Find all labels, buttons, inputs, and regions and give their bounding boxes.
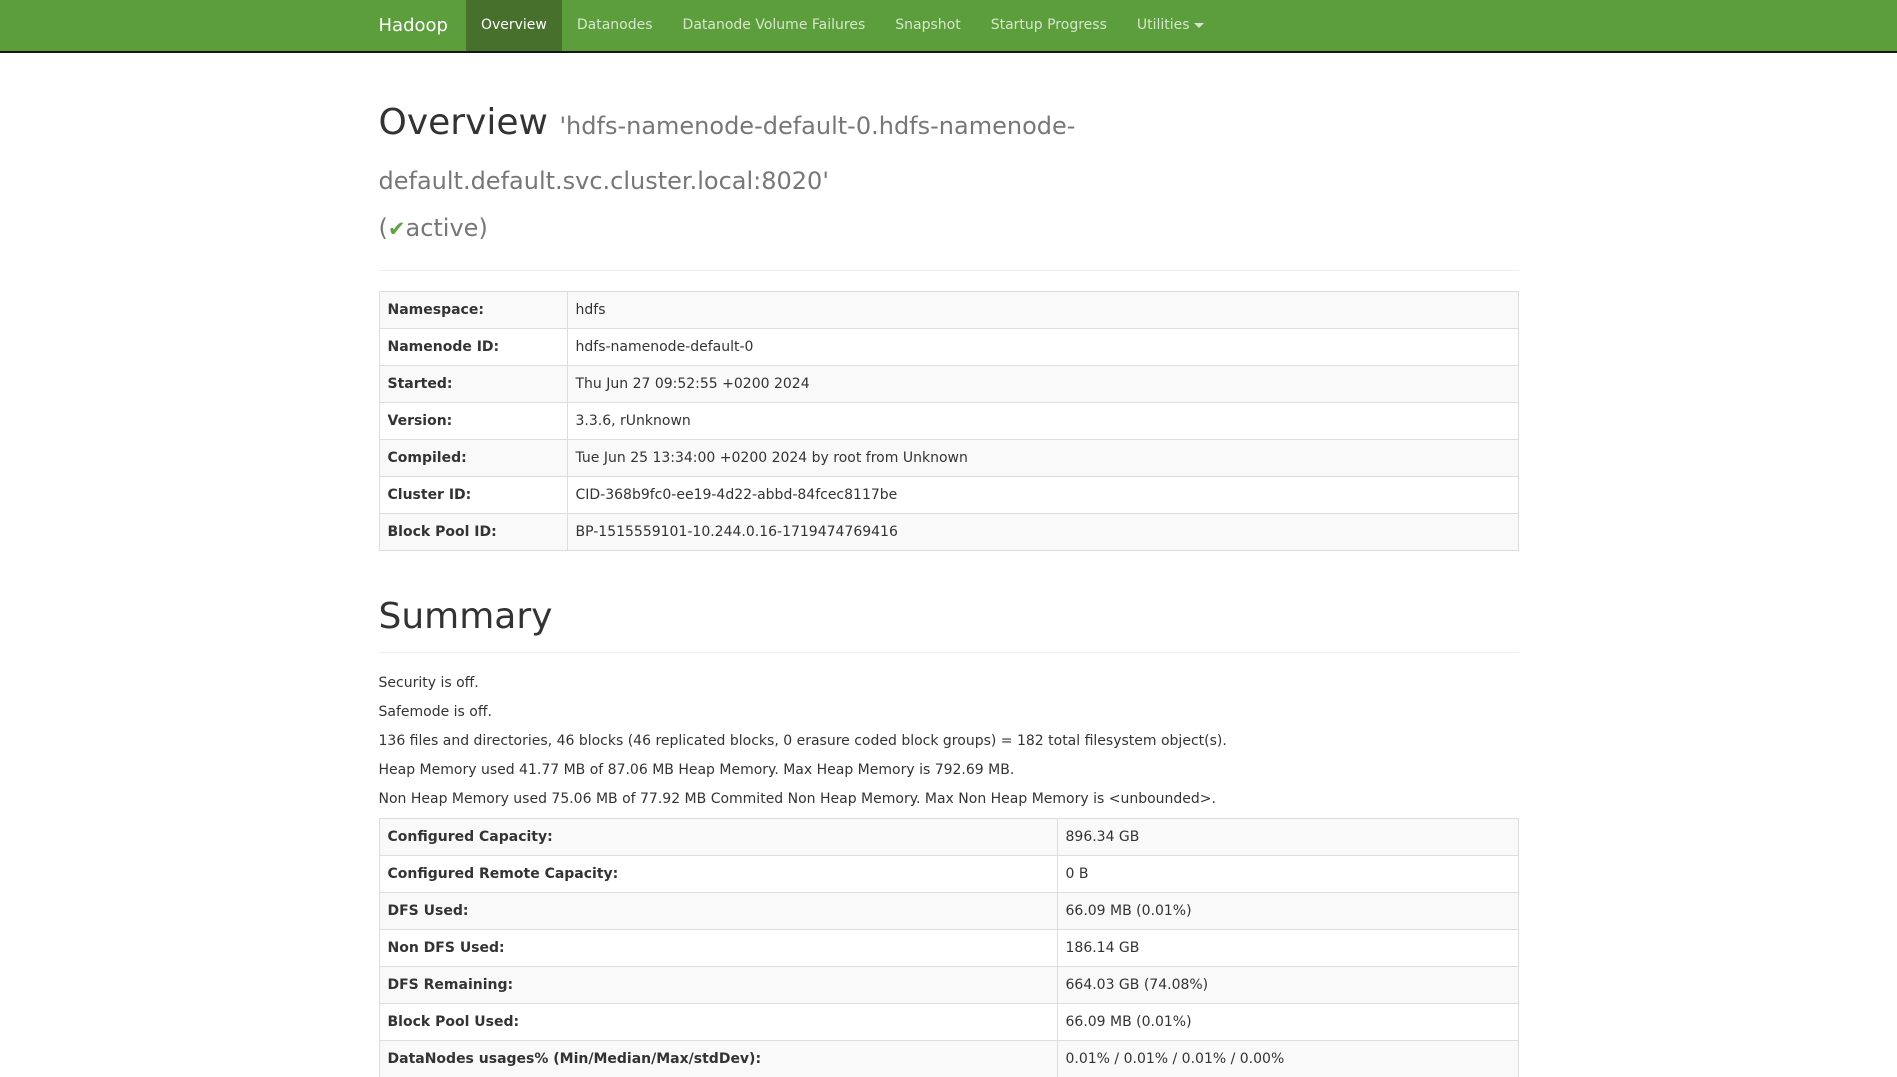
row-value: 664.03 GB (74.08%) xyxy=(1057,967,1518,1004)
tab-overview[interactable]: Overview xyxy=(466,0,562,51)
summary-title: Summary xyxy=(379,591,1519,643)
row-value: 66.09 MB (0.01%) xyxy=(1057,893,1518,930)
table-row: DFS Used: 66.09 MB (0.01%) xyxy=(379,893,1518,930)
row-label: Namespace: xyxy=(379,292,567,329)
row-label: DFS Remaining: xyxy=(379,967,1057,1004)
row-value: Thu Jun 27 09:52:55 +0200 2024 xyxy=(567,366,1518,403)
table-row: Namenode ID: hdfs-namenode-default-0 xyxy=(379,329,1518,366)
safemode-status: Safemode is off. xyxy=(379,702,1519,722)
tab-utilities-label: Utilities xyxy=(1137,17,1190,33)
namenode-status: (✔active) xyxy=(379,207,1519,250)
heap-memory: Heap Memory used 41.77 MB of 87.06 MB He… xyxy=(379,760,1519,780)
row-label: Version: xyxy=(379,403,567,440)
chevron-down-icon xyxy=(1194,23,1204,28)
summary-table: Configured Capacity: 896.34 GB Configure… xyxy=(379,818,1519,1077)
row-value: 0.01% / 0.01% / 0.01% / 0.00% xyxy=(1057,1041,1518,1077)
row-label: Compiled: xyxy=(379,440,567,477)
navbar: Hadoop Overview Datanodes Datanode Volum… xyxy=(0,0,1897,53)
page-title-text: Overview xyxy=(379,102,549,143)
table-row: Started: Thu Jun 27 09:52:55 +0200 2024 xyxy=(379,366,1518,403)
table-row: Block Pool ID: BP-1515559101-10.244.0.16… xyxy=(379,514,1518,551)
tab-snapshot[interactable]: Snapshot xyxy=(880,0,975,51)
row-label: Non DFS Used: xyxy=(379,930,1057,967)
tab-utilities-dropdown[interactable]: Utilities xyxy=(1122,0,1219,51)
table-row: Configured Remote Capacity: 0 B xyxy=(379,856,1518,893)
non-heap-memory: Non Heap Memory used 75.06 MB of 77.92 M… xyxy=(379,789,1519,809)
row-label: Cluster ID: xyxy=(379,477,567,514)
row-label: Block Pool ID: xyxy=(379,514,567,551)
row-label: Started: xyxy=(379,366,567,403)
status-label: active xyxy=(405,214,478,242)
row-value: 896.34 GB xyxy=(1057,819,1518,856)
row-value: 0 B xyxy=(1057,856,1518,893)
row-label: Block Pool Used: xyxy=(379,1004,1057,1041)
row-value: BP-1515559101-10.244.0.16-1719474769416 xyxy=(567,514,1518,551)
row-label: Configured Capacity: xyxy=(379,819,1057,856)
main-content: Overview 'hdfs-namenode-default-0.hdfs-n… xyxy=(364,97,1534,1077)
summary-text: Security is off. Safemode is off. 136 fi… xyxy=(379,673,1519,809)
table-row: Cluster ID: CID-368b9fc0-ee19-4d22-abbd-… xyxy=(379,477,1518,514)
tab-datanode-volume-failures[interactable]: Datanode Volume Failures xyxy=(668,0,881,51)
overview-header: Overview 'hdfs-namenode-default-0.hdfs-n… xyxy=(379,97,1519,271)
row-label: Namenode ID: xyxy=(379,329,567,366)
page-title: Overview 'hdfs-namenode-default-0.hdfs-n… xyxy=(379,97,1519,250)
table-row: Non DFS Used: 186.14 GB xyxy=(379,930,1518,967)
brand-hadoop[interactable]: Hadoop xyxy=(379,0,466,51)
namenode-info-table: Namespace: hdfs Namenode ID: hdfs-nameno… xyxy=(379,291,1519,551)
table-row: Version: 3.3.6, rUnknown xyxy=(379,403,1518,440)
tab-startup-progress[interactable]: Startup Progress xyxy=(976,0,1122,51)
status-paren-close: ) xyxy=(478,214,487,242)
filesystem-objects: 136 files and directories, 46 blocks (46… xyxy=(379,731,1519,751)
table-row: DataNodes usages% (Min/Median/Max/stdDev… xyxy=(379,1041,1518,1077)
table-row: DFS Remaining: 664.03 GB (74.08%) xyxy=(379,967,1518,1004)
row-value: hdfs-namenode-default-0 xyxy=(567,329,1518,366)
status-paren-open: ( xyxy=(379,214,388,242)
security-status: Security is off. xyxy=(379,673,1519,693)
table-row: Namespace: hdfs xyxy=(379,292,1518,329)
check-icon: ✔ xyxy=(388,217,406,241)
row-value: CID-368b9fc0-ee19-4d22-abbd-84fcec8117be xyxy=(567,477,1518,514)
row-value: 66.09 MB (0.01%) xyxy=(1057,1004,1518,1041)
row-label: Configured Remote Capacity: xyxy=(379,856,1057,893)
row-label: DFS Used: xyxy=(379,893,1057,930)
table-row: Configured Capacity: 896.34 GB xyxy=(379,819,1518,856)
navbar-inner: Hadoop Overview Datanodes Datanode Volum… xyxy=(364,0,1534,51)
table-row: Block Pool Used: 66.09 MB (0.01%) xyxy=(379,1004,1518,1041)
row-value: hdfs xyxy=(567,292,1518,329)
row-value: 3.3.6, rUnknown xyxy=(567,403,1518,440)
row-value: 186.14 GB xyxy=(1057,930,1518,967)
row-value: Tue Jun 25 13:34:00 +0200 2024 by root f… xyxy=(567,440,1518,477)
row-label: DataNodes usages% (Min/Median/Max/stdDev… xyxy=(379,1041,1057,1077)
tab-datanodes[interactable]: Datanodes xyxy=(562,0,668,51)
table-row: Compiled: Tue Jun 25 13:34:00 +0200 2024… xyxy=(379,440,1518,477)
summary-header: Summary xyxy=(379,591,1519,653)
